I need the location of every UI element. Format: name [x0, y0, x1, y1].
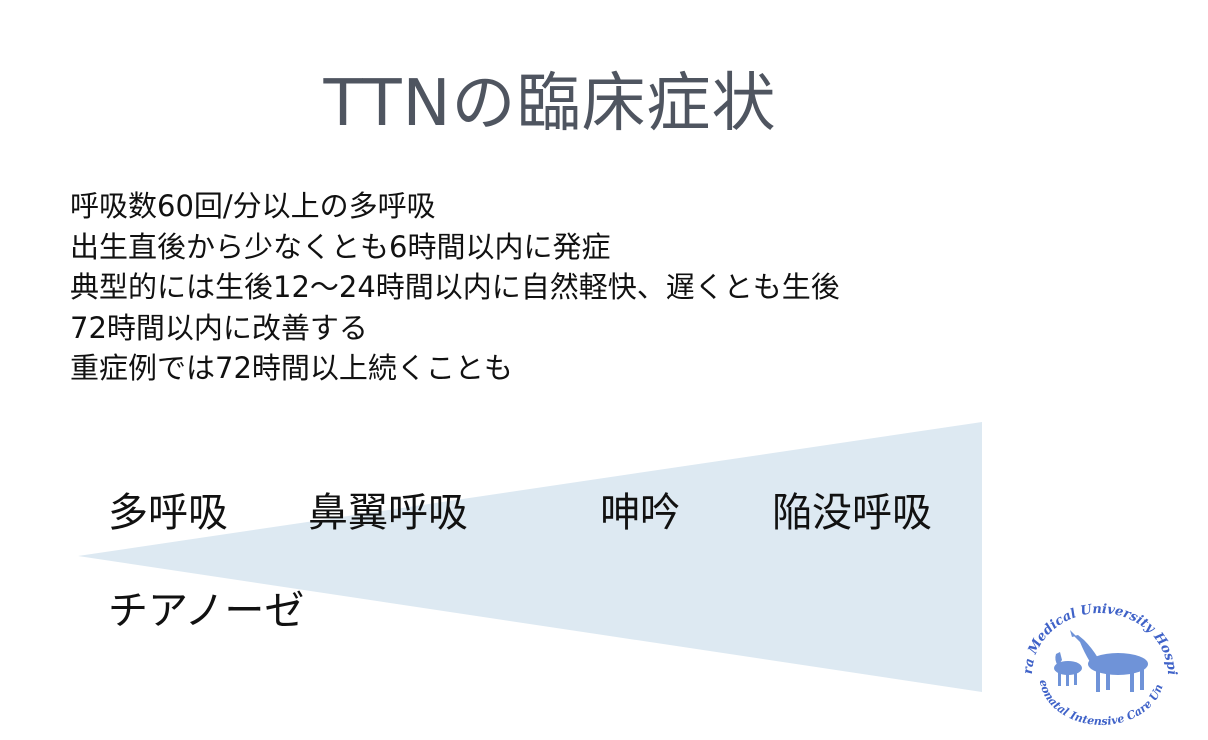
- severity-wedge-shape: [78, 422, 982, 692]
- nicu-logo: Nara Medical University Hospital Neonata…: [1010, 580, 1179, 728]
- deer-icon: [1054, 630, 1148, 692]
- symptom-retraction: 陥没呼吸: [772, 490, 932, 536]
- symptom-cyanosis: チアノーゼ: [108, 588, 305, 634]
- symptom-tachypnea: 多呼吸: [108, 490, 228, 536]
- symptom-nasal-flaring: 鼻翼呼吸: [308, 490, 468, 536]
- symptom-grunting: 呻吟: [600, 490, 680, 536]
